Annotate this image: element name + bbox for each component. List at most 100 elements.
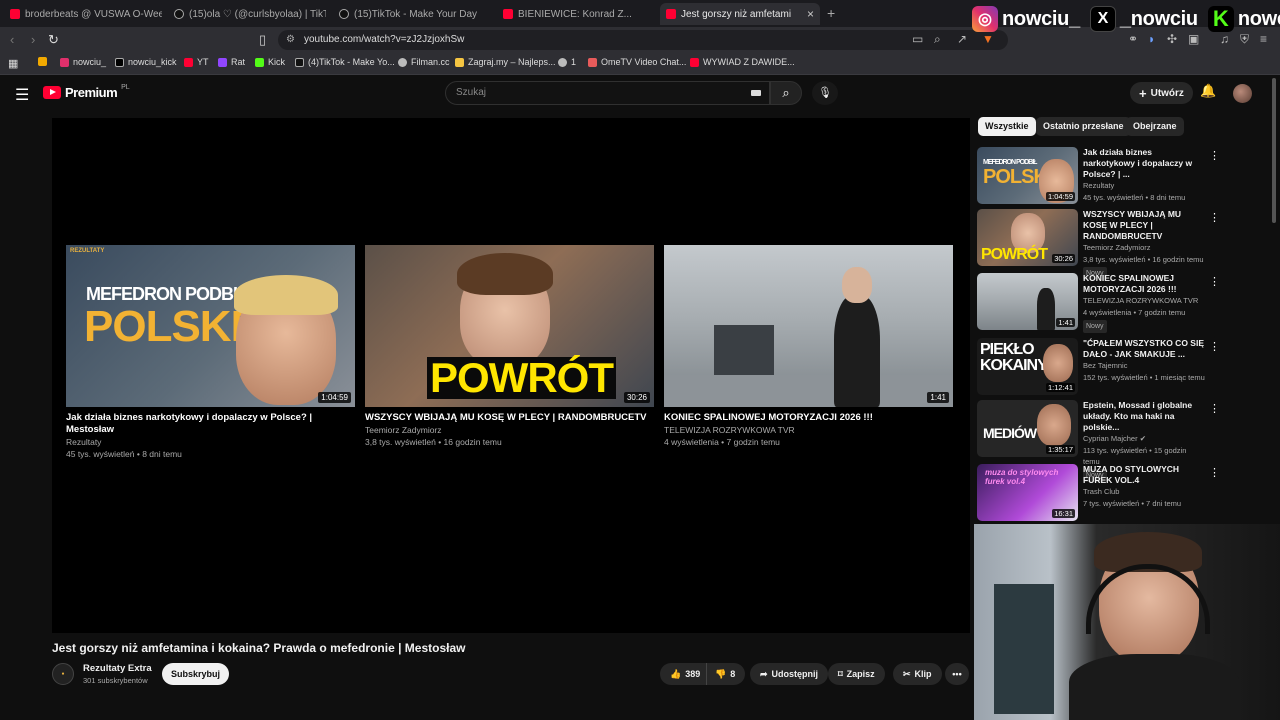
bookmark-item[interactable]: nowciu_ (60, 57, 106, 67)
site-info-icon[interactable]: ⚙ (286, 30, 295, 50)
youtube-premium-logo[interactable]: Premium PL (43, 84, 130, 100)
back-icon[interactable]: ‹ (10, 32, 14, 47)
thumbnail-text: POWRÓT (427, 357, 616, 399)
browser-tab[interactable]: BIENIEWICE: Konrad Z... (497, 3, 655, 25)
recommended-video-info: KONIEC SPALINOWEJ MOTORYZACJI 2026 !!! T… (1083, 273, 1205, 333)
thumbnail-text: PIEKŁO KOKAINY (980, 341, 1048, 374)
person-hair (457, 253, 553, 295)
recommended-video[interactable]: POWRÓT 30:26 WSZYSCY WBIJAJĄ MU KOSĘ W P… (977, 209, 1220, 280)
video-meta: 3,8 tys. wyświetleń • 16 godzin temu (1083, 255, 1204, 264)
browser-tab[interactable]: (15)ola ♡ (@curlsbyolaa) | TikTok (168, 3, 326, 25)
bookmark-item[interactable]: Filman.cc (398, 57, 450, 67)
hamburger-menu-icon[interactable]: ☰ (15, 85, 29, 105)
page-scrollbar[interactable] (1272, 78, 1276, 223)
bookmark-item[interactable]: OmeTV Video Chat... (588, 57, 686, 67)
like-button[interactable]: 👍 389 (660, 663, 709, 685)
recommended-video[interactable]: muza do stylowych furek vol.4 16:31 MUZA… (977, 464, 1220, 522)
chip-recently-uploaded[interactable]: Ostatnio przesłane (1036, 117, 1131, 136)
kick-handle: nowciu (1237, 7, 1280, 30)
video-thumbnail[interactable]: POWRÓT 30:26 (365, 245, 654, 407)
webcam-overlay (974, 524, 1280, 720)
bookmark-item[interactable]: Kick (255, 57, 285, 67)
video-duration: 1:04:59 (318, 392, 351, 403)
dislike-button[interactable]: 👎 8 (706, 663, 746, 685)
share-button[interactable]: ➦ Udostępnij (750, 663, 829, 685)
search-button[interactable]: ⌕ (770, 81, 802, 105)
video-thumbnail[interactable]: MEDIÓW 1:35:17 (977, 400, 1078, 457)
video-thumbnail[interactable]: 1:41 (977, 273, 1078, 330)
thumbnail-brand: REZULTATY (70, 248, 105, 254)
cast-icon[interactable]: ▭ (912, 32, 923, 46)
account-avatar[interactable] (1233, 84, 1252, 103)
video-duration: 1:41 (1056, 318, 1075, 327)
video-title: KONIEC SPALINOWEJ MOTORYZACJI 2026 !!! (1083, 273, 1177, 294)
tiktok-icon (339, 9, 349, 19)
video-thumbnail[interactable]: PIEKŁO KOKAINY 1:12:41 (977, 338, 1078, 395)
end-screen-video[interactable]: 1:41 KONIEC SPALINOWEJ MOTORYZACJI 2026 … (664, 245, 953, 448)
video-duration: 1:04:59 (1045, 192, 1075, 201)
video-thumbnail[interactable]: muza do stylowych furek vol.4 16:31 (977, 464, 1078, 521)
bookmark-item[interactable]: Zagraj.my – Najleps... (455, 57, 556, 67)
bookmark-item[interactable] (38, 57, 47, 66)
browser-tab[interactable]: (15)TikTok - Make Your Day (333, 3, 491, 25)
more-options-icon[interactable]: ⋮ (1209, 340, 1220, 353)
video-player[interactable]: REZULTATY MEFEDRON PODBIŁ POLSKĘ 1:04:59… (52, 118, 970, 633)
notifications-bell-icon[interactable]: 🔔 (1200, 83, 1216, 99)
person-face (1043, 344, 1073, 382)
more-options-icon[interactable]: ⋮ (1209, 149, 1220, 162)
bookmark-item[interactable]: YT (184, 57, 209, 67)
recommended-video[interactable]: MEDIÓW 1:35:17 Epstein, Mossad i globaln… (977, 400, 1220, 482)
video-thumbnail[interactable]: MEFEDRON PODBIŁ POLSKĘ 1:04:59 (977, 147, 1078, 204)
tab-title: Jest gorszy niż amfetamina i k... (681, 8, 791, 20)
more-actions-button[interactable]: ••• (945, 663, 969, 685)
youtube-icon (666, 9, 676, 19)
save-button[interactable]: ⌑ Zapisz (828, 663, 885, 685)
chip-watched[interactable]: Obejrzane (1126, 117, 1184, 136)
browser-tab-active[interactable]: Jest gorszy niż amfetamina i k... × (660, 3, 820, 25)
zoom-icon[interactable]: ⌕ (934, 32, 941, 47)
thumbs-up-icon: 👍 (670, 668, 682, 679)
close-icon[interactable]: × (807, 7, 814, 21)
end-screen-video[interactable]: POWRÓT 30:26 WSZYSCY WBIJAJĄ MU KOSĘ W P… (365, 245, 654, 448)
share-icon[interactable]: ↗ (957, 32, 967, 46)
reload-icon[interactable]: ↻ (48, 32, 59, 48)
channel-avatar[interactable]: ● (52, 663, 74, 685)
chip-all[interactable]: Wszystkie (978, 117, 1036, 136)
bookmark-item[interactable]: (4)TikTok - Make Yo... (295, 57, 395, 67)
recommended-video[interactable]: 1:41 KONIEC SPALINOWEJ MOTORYZACJI 2026 … (977, 273, 1220, 333)
address-bar[interactable]: ⚙ youtube.com/watch?v=zJ2JzjoxhSw (278, 30, 1008, 50)
video-meta: 7 tys. wyświetleń • 7 dni temu (1083, 499, 1182, 508)
bookmark-item[interactable]: Rat (218, 57, 245, 67)
video-thumbnail[interactable]: POWRÓT 30:26 (977, 209, 1078, 266)
scissors-icon: ✂ (903, 668, 911, 679)
more-options-icon[interactable]: ⋮ (1209, 466, 1220, 479)
more-options-icon[interactable]: ⋮ (1209, 402, 1220, 415)
apps-grid-icon[interactable]: ▦ (8, 57, 18, 70)
recommended-video[interactable]: MEFEDRON PODBIŁ POLSKĘ 1:04:59 Jak dział… (977, 147, 1220, 205)
bookmark-item[interactable]: 1 (558, 57, 576, 67)
clip-label: Klip (914, 669, 932, 679)
more-options-icon[interactable]: ⋮ (1209, 211, 1220, 224)
youtube-icon (184, 57, 193, 67)
video-thumbnail[interactable]: REZULTATY MEFEDRON PODBIŁ POLSKĘ 1:04:59 (66, 245, 355, 407)
bookmark-icon (38, 57, 47, 66)
video-thumbnail[interactable]: 1:41 (664, 245, 953, 407)
bookmark-item[interactable]: nowciu_kick (115, 57, 177, 67)
keyboard-icon[interactable] (751, 90, 761, 96)
create-button[interactable]: + Utwórz (1130, 82, 1193, 104)
subscribe-button[interactable]: Subskrybuj (162, 663, 230, 685)
recommended-video-info: Jak działa biznes narkotykowy i dopalacz… (1083, 147, 1205, 203)
tab-title: broderbeats @ VUSWA O-Week 2026 (25, 8, 162, 20)
recommended-video[interactable]: PIEKŁO KOKAINY 1:12:41 "ĆPAŁEM WSZYSTKO … (977, 338, 1220, 396)
end-screen-video[interactable]: REZULTATY MEFEDRON PODBIŁ POLSKĘ 1:04:59… (66, 245, 355, 460)
bookmark-item[interactable]: WYWIAD Z DAWIDE... (690, 57, 795, 67)
search-input[interactable]: Szukaj (445, 81, 770, 105)
channel-name-main[interactable]: Rezultaty Extra (83, 663, 152, 674)
new-tab-button[interactable]: + (827, 5, 835, 21)
clip-button[interactable]: ✂ Klip (893, 663, 942, 685)
more-options-icon[interactable]: ⋮ (1209, 275, 1220, 288)
forward-icon[interactable]: › (31, 32, 35, 47)
bookmark-icon[interactable]: ▯ (259, 32, 266, 48)
browser-tab[interactable]: broderbeats @ VUSWA O-Week 2026 (4, 3, 162, 25)
voice-search-button[interactable]: 🎙 (812, 81, 838, 105)
